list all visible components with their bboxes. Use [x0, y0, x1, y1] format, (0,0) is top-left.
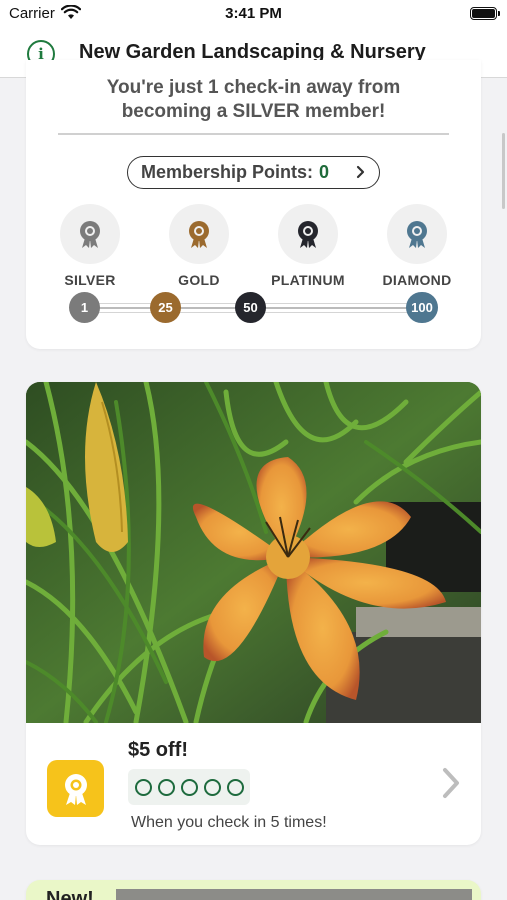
clock: 3:41 PM [225, 5, 282, 22]
divider [58, 133, 449, 135]
next-card-image [116, 889, 472, 900]
points-label: Membership Points: [141, 162, 314, 182]
status-bar: Carrier 3:41 PM [0, 0, 507, 30]
platinum-badge-icon [278, 204, 338, 264]
membership-message-line1: You're just 1 check-in away from [106, 77, 401, 98]
tier-label: SILVER [64, 272, 116, 288]
tier-marker-platinum: 50 [235, 292, 266, 323]
tier-silver: SILVER [45, 204, 135, 288]
battery-icon [470, 7, 500, 20]
reward-card[interactable]: $5 off! When you check in 5 times! [26, 382, 481, 845]
tier-platinum: PLATINUM [263, 204, 353, 288]
chevron-right-icon [356, 157, 366, 198]
tier-label: GOLD [178, 272, 220, 288]
membership-message-line2: becoming a SILVER member! [121, 101, 386, 122]
reward-photo [26, 382, 481, 723]
stamp-circle [135, 778, 152, 796]
stamp-circle [181, 778, 198, 796]
tier-marker-diamond: 100 [406, 292, 438, 323]
points-value: 0 [319, 162, 330, 182]
scrollbar[interactable] [502, 133, 505, 209]
reward-subtitle: When you check in 5 times! [131, 814, 327, 831]
reward-title: $5 off! [128, 739, 188, 761]
tier-marker-silver: 1 [69, 292, 100, 323]
diamond-badge-icon [387, 204, 447, 264]
check-in-stamps [128, 769, 250, 805]
tier-marker-gold: 25 [150, 292, 181, 323]
tier-gold: GOLD [154, 204, 244, 288]
stamp-circle [158, 778, 175, 796]
tier-label: PLATINUM [271, 272, 345, 288]
daylily-image [26, 382, 481, 723]
tier-label: DIAMOND [382, 272, 452, 288]
chevron-right-icon[interactable] [439, 766, 463, 805]
membership-card: You're just 1 check-in away from becomin… [26, 60, 481, 349]
reward-badge-icon [47, 760, 104, 817]
next-card[interactable]: New! [26, 880, 481, 900]
tier-diamond: DIAMOND [372, 204, 462, 288]
next-card-text: New! [46, 888, 94, 900]
gold-badge-icon [169, 204, 229, 264]
silver-badge-icon [60, 204, 120, 264]
membership-points-button[interactable]: Membership Points: 0 [127, 156, 380, 189]
membership-message: You're just 1 check-in away from becomin… [26, 76, 481, 124]
stamp-circle [227, 778, 244, 796]
stamp-circle [204, 778, 221, 796]
